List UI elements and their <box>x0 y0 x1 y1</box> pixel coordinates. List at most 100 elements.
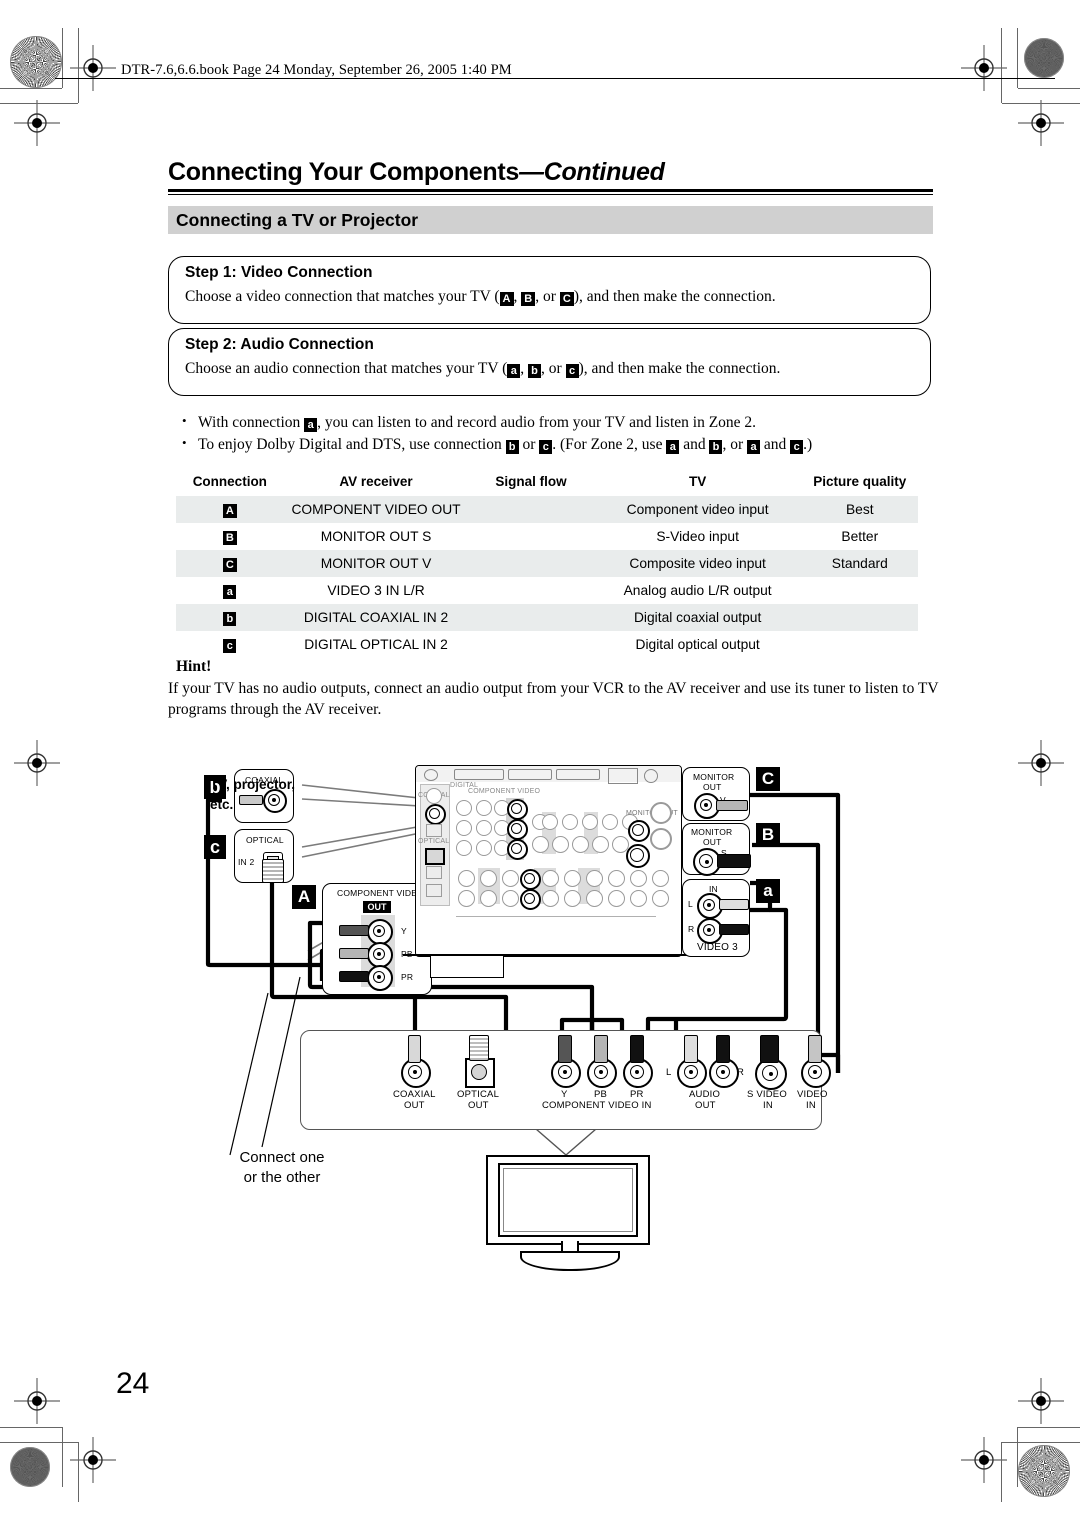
note-text: and <box>679 436 710 453</box>
tv-audio-out-l-plug <box>684 1035 698 1063</box>
receiver-coax-in2-center <box>429 808 440 819</box>
cell-connection: c <box>176 631 284 658</box>
cell-tv: Component video input <box>593 496 802 523</box>
tv-audio-out-r-jack-inner <box>716 1065 730 1079</box>
tv-audio-out-l-jack-inner <box>684 1065 698 1079</box>
badge-B: B <box>521 292 536 306</box>
tv-component-video-in-label: COMPONENT VIDEO IN <box>542 1100 652 1111</box>
cell-flow <box>468 604 594 631</box>
receiver-hdmi-2 <box>508 769 552 780</box>
sep: , <box>520 360 529 377</box>
receiver-speaker-terminal <box>650 828 672 850</box>
receiver-optical-in1 <box>426 824 442 837</box>
receiver-audio-jack <box>608 890 625 907</box>
tv-svideo-in-label-2: IN <box>763 1100 773 1111</box>
note-text: .) <box>803 436 813 453</box>
col-header-tv: TV <box>688 474 707 489</box>
receiver-comp-out-pr-center <box>511 843 522 854</box>
page-number: 24 <box>116 1367 150 1400</box>
tv-audio-r-label: R <box>737 1067 745 1078</box>
badge-a: a <box>223 585 237 599</box>
cell-quality <box>802 577 918 604</box>
cell-flow <box>468 577 593 604</box>
receiver-comp-out-pb-center <box>511 823 522 834</box>
badge-b: b <box>709 440 723 454</box>
col-header-av-receiver: AV receiver <box>339 474 413 489</box>
receiver-audio-jack <box>502 890 519 907</box>
receiver-audio-jack <box>652 870 669 887</box>
receiver-optical-in3 <box>426 866 442 879</box>
component-pr-jack-inner <box>373 971 385 983</box>
page-body: Connecting Your Components—Continued Con… <box>0 0 1080 1528</box>
tv-component-pb-jack-inner <box>594 1065 608 1079</box>
notes-list: With connection a, you can listen to and… <box>176 413 956 458</box>
receiver-audio-jack <box>458 870 475 887</box>
component-pb-jack-inner <box>373 948 385 960</box>
cell-flow <box>468 496 594 523</box>
badge-C: C <box>559 292 574 306</box>
tv-component-pb-label: PB <box>594 1089 608 1100</box>
cell-connection: a <box>176 577 284 604</box>
badge-B: B <box>222 531 237 545</box>
callout-badge-B: B <box>756 823 780 847</box>
cell-connection: B <box>176 523 284 550</box>
cell-tv: Composite video input <box>593 550 802 577</box>
tv-audio-out-label-1: AUDIO <box>689 1089 721 1100</box>
receiver-comp-in-2-y <box>476 800 492 816</box>
cell-flow <box>468 631 593 658</box>
receiver-comp-in-2-pr <box>476 840 492 856</box>
tv-label-line-2: etc. <box>210 797 234 812</box>
connect-one-line-2: or the other <box>243 1169 321 1186</box>
receiver-video-jack <box>602 814 618 830</box>
hint-body: If your TV has no audio outputs, connect… <box>168 680 939 718</box>
tv-audio-out-r-plug <box>716 1035 730 1063</box>
component-y-plug <box>339 925 369 936</box>
badge-b: b <box>505 440 519 454</box>
receiver-monitor-out-v-center <box>632 824 644 836</box>
receiver-audio-jack <box>630 870 647 887</box>
receiver-audio-jack <box>652 890 669 907</box>
connect-one-annotation: Connect one or the other <box>202 1148 362 1188</box>
tv-component-pb-plug <box>594 1035 608 1063</box>
tv-audio-out-label-2: OUT <box>695 1100 716 1111</box>
receiver-comp-out-y-center <box>511 803 522 814</box>
receiver-speaker-terminal <box>650 802 672 824</box>
callout-badge-a-label: a <box>763 881 773 900</box>
chapter-title-continued: —Continued <box>519 158 665 186</box>
tv-video-in-label-2: IN <box>806 1100 816 1111</box>
cell-connection: b <box>176 604 284 631</box>
badge-c: c <box>223 639 237 653</box>
receiver-monitor-out-s-pins <box>630 848 644 862</box>
callout-badge-c-label: c <box>209 837 220 857</box>
receiver-optical-in2-highlighted <box>425 848 445 865</box>
receiver-component-video-label: COMPONENT VIDEO <box>468 788 541 795</box>
title-rule-thin <box>168 194 933 195</box>
cell-flow <box>468 523 593 550</box>
page-title: Connecting Your Components—Continued <box>168 158 968 187</box>
monitor-out-v-box: MONITOR OUT V <box>682 767 750 821</box>
tv-video-in-plug <box>808 1035 822 1063</box>
optical-plug <box>262 859 284 883</box>
cell-receiver: MONITOR OUT S <box>320 529 432 544</box>
component-y-jack-inner <box>373 925 385 937</box>
monitor-out-s-line1: MONITOR <box>691 827 733 837</box>
receiver-audio-jack <box>502 870 519 887</box>
step-2-body-pre: Choose an audio connection that matches … <box>185 360 508 377</box>
badge-A: A <box>499 292 514 306</box>
cell-connection: C <box>176 550 284 577</box>
receiver-audio-jack <box>480 870 497 887</box>
receiver-comp-in-2-pb <box>476 820 492 836</box>
step-1-body: Choose a video connection that matches y… <box>185 288 776 306</box>
receiver-comp-in-1-pr <box>456 840 472 856</box>
callout-badge-c: c <box>204 835 226 859</box>
sep: , or <box>541 360 566 377</box>
receiver-audio-jack <box>542 870 559 887</box>
note-text: With connection <box>198 414 305 431</box>
note-text: and <box>760 436 791 453</box>
receiver-audio-jack <box>586 870 603 887</box>
cell-receiver: VIDEO 3 IN L/R <box>327 583 425 598</box>
optical-in2-label: IN 2 <box>238 857 255 867</box>
video3-r-label: R <box>688 924 695 934</box>
step-2-body: Choose an audio connection that matches … <box>185 360 780 378</box>
receiver-optical-label: OPTICAL <box>418 838 450 845</box>
